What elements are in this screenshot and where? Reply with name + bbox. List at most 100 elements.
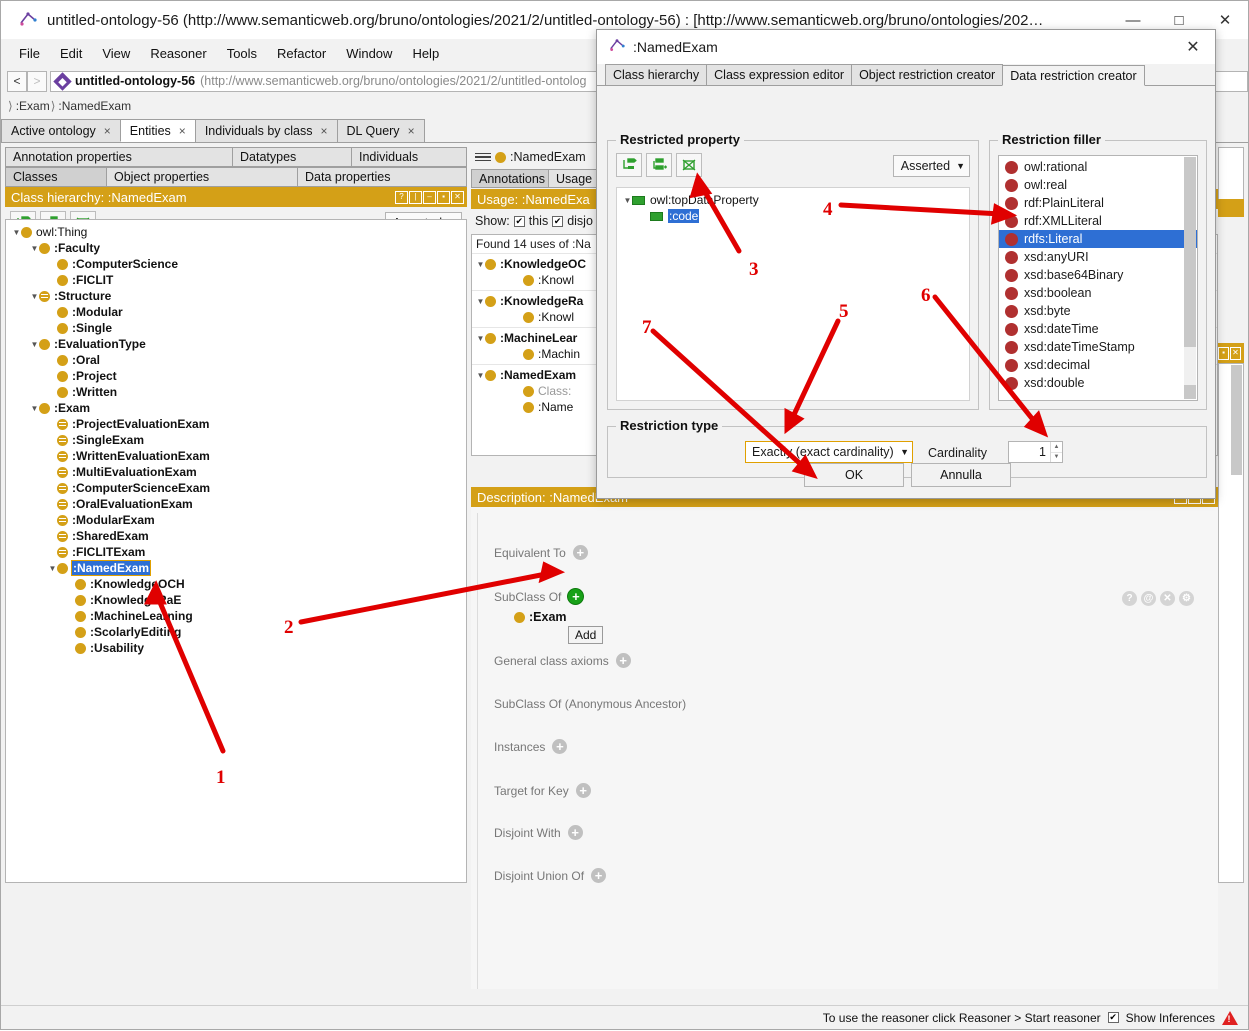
class-tree-node[interactable]: :KnowledgeOCH [8, 576, 466, 592]
class-tree-node[interactable]: ▼:EvaluationType [8, 336, 466, 352]
class-tree-node[interactable]: :MultiEvaluationExam [8, 464, 466, 480]
filler-list-item[interactable]: xsd:decimal [999, 356, 1197, 374]
filler-scrollbar-thumb-lower[interactable] [1184, 385, 1196, 399]
dialog-tab-class-hierarchy[interactable]: Class hierarchy [605, 64, 708, 85]
filler-list-item[interactable]: xsd:dateTime [999, 320, 1197, 338]
class-tree-node[interactable]: :Oral [8, 352, 466, 368]
menu-window[interactable]: Window [336, 42, 402, 65]
dialog-tab-object-restriction-creator[interactable]: Object restriction creator [851, 64, 1004, 85]
class-tree-node[interactable]: :FICLIT [8, 272, 466, 288]
add-sibling-property-icon[interactable] [646, 153, 672, 177]
menu-edit[interactable]: Edit [50, 42, 92, 65]
class-tree-node[interactable]: :ComputerScienceExam [8, 480, 466, 496]
filler-list-item[interactable]: xsd:dateTimeStamp [999, 338, 1197, 356]
expand-twisty-icon[interactable]: ▼ [30, 244, 39, 253]
filler-scrollbar-thumb[interactable] [1184, 157, 1196, 347]
tab-close-icon[interactable]: × [321, 124, 328, 138]
menu-refactor[interactable]: Refactor [267, 42, 336, 65]
expand-twisty-icon[interactable]: ▼ [30, 340, 39, 349]
menu-reasoner[interactable]: Reasoner [140, 42, 216, 65]
tab-datatypes[interactable]: Datatypes [232, 147, 352, 167]
expand-twisty-icon[interactable]: ▼ [623, 196, 632, 205]
add-equivalent-to-button[interactable]: + [572, 545, 588, 560]
dialog-close-button[interactable]: ✕ [1171, 30, 1215, 64]
expand-twisty-icon[interactable]: ▼ [30, 404, 39, 413]
tab-close-icon[interactable]: × [104, 124, 111, 138]
panel-minimize-cap[interactable]: – [423, 190, 436, 204]
restriction-filler-list[interactable]: owl:rational owl:real rdf:PlainLiteral rdf:… [998, 155, 1198, 401]
add-target-for-key-button[interactable]: + [575, 783, 591, 798]
data-property-tree-node[interactable]: :code [621, 208, 969, 224]
tab-individuals-by-class[interactable]: Individuals by class × [194, 119, 338, 142]
class-tree-node[interactable]: :SharedExam [8, 528, 466, 544]
tab-object-properties[interactable]: Object properties [106, 167, 298, 187]
ok-button[interactable]: OK [804, 463, 904, 487]
panel-restore-cap[interactable]: ▪ [1218, 346, 1229, 360]
warning-triangle-icon[interactable] [1222, 1010, 1238, 1025]
class-tree-node[interactable]: :SingleExam [8, 432, 466, 448]
tab-active-ontology[interactable]: Active ontology × [1, 119, 121, 142]
dialog-tab-data-restriction-creator[interactable]: Data restriction creator [1002, 65, 1145, 86]
class-tree-node[interactable]: :OralEvaluationExam [8, 496, 466, 512]
filler-list-item[interactable]: xsd:boolean [999, 284, 1197, 302]
filler-list-item[interactable]: xsd:byte [999, 302, 1197, 320]
class-tree-node[interactable]: :ProjectEvaluationExam [8, 416, 466, 432]
panel-restore-cap[interactable]: ▪ [437, 190, 450, 204]
filler-list-item[interactable]: rdfs:Literal [999, 230, 1197, 248]
add-disjoint-union-of-button[interactable]: + [591, 868, 607, 883]
add-subclass-of-button[interactable]: + [568, 589, 584, 604]
right-panel-scrollbar[interactable] [1231, 365, 1242, 475]
panel-help-cap[interactable]: ? [395, 190, 408, 204]
class-tree-node[interactable]: :Written [8, 384, 466, 400]
subclass-of-value-row[interactable]: :Exam [486, 610, 567, 624]
class-tree-node[interactable]: :ModularExam [8, 512, 466, 528]
panel-close-cap[interactable]: ✕ [1230, 346, 1241, 360]
class-tree-node[interactable]: :Modular [8, 304, 466, 320]
expand-twisty-icon[interactable]: ▼ [12, 228, 21, 237]
stepper-up-icon[interactable]: ▲ [1051, 442, 1062, 453]
add-instance-button[interactable]: + [552, 739, 568, 754]
class-tree-node[interactable]: ▼:NamedExam [8, 560, 466, 576]
filler-list-item[interactable]: xsd:base64Binary [999, 266, 1197, 284]
dialog-tab-class-expression-editor[interactable]: Class expression editor [706, 64, 853, 85]
class-tree[interactable]: ▼ owl:Thing ▼:Faculty:ComputerScience:FICL… [5, 219, 467, 883]
class-tree-node[interactable]: :KnowledgeRaE [8, 592, 466, 608]
nav-back-button[interactable]: < [7, 70, 27, 92]
filler-list-item[interactable]: xsd:anyURI [999, 248, 1197, 266]
stepper-down-icon[interactable]: ▼ [1051, 453, 1062, 463]
add-subproperty-icon[interactable] [616, 153, 642, 177]
class-tree-node[interactable]: ▼:Exam [8, 400, 466, 416]
class-tree-node[interactable]: ▼ owl:Thing [8, 224, 466, 240]
class-tree-node[interactable]: :Single [8, 320, 466, 336]
class-tree-node[interactable]: :MachineLearning [8, 608, 466, 624]
cancel-button[interactable]: Annulla [911, 463, 1011, 487]
stepper-buttons[interactable]: ▲ ▼ [1050, 442, 1062, 462]
help-icon[interactable]: ? [1122, 591, 1137, 606]
tab-annotations[interactable]: Annotations [471, 169, 549, 188]
filler-list-item[interactable]: owl:rational [999, 158, 1197, 176]
class-tree-node[interactable]: ▼:Structure [8, 288, 466, 304]
tab-classes[interactable]: Classes [5, 167, 107, 187]
tab-dl-query[interactable]: DL Query × [336, 119, 425, 142]
filler-list-item[interactable]: rdf:PlainLiteral [999, 194, 1197, 212]
delete-property-icon[interactable] [676, 153, 702, 177]
filler-list-item[interactable]: owl:real [999, 176, 1197, 194]
class-tree-node[interactable]: :ScolarlyEditing [8, 624, 466, 640]
menu-view[interactable]: View [92, 42, 140, 65]
right-panel-list[interactable] [1218, 363, 1244, 883]
show-inferences-checkbox[interactable]: ✔ [1107, 1012, 1119, 1023]
menu-hamburger-icon[interactable] [475, 152, 491, 162]
class-tree-node[interactable]: :ComputerScience [8, 256, 466, 272]
menu-help[interactable]: Help [402, 42, 449, 65]
breadcrumb-item-namedexam[interactable]: :NamedExam [58, 99, 131, 113]
class-tree-node[interactable]: :Usability [8, 640, 466, 656]
menu-tools[interactable]: Tools [217, 42, 267, 65]
tab-close-icon[interactable]: × [179, 124, 186, 138]
annotation-icon[interactable]: @ [1141, 591, 1156, 606]
show-disjoints-checkbox[interactable]: ✔ [552, 215, 564, 227]
breadcrumb-item-exam[interactable]: :Exam [16, 99, 50, 113]
panel-split-cap[interactable]: | [409, 190, 422, 204]
data-property-tree[interactable]: ▼ owl:topDataProperty:code [616, 187, 970, 401]
filler-list-item[interactable]: rdf:XMLLiteral [999, 212, 1197, 230]
menu-file[interactable]: File [9, 42, 50, 65]
